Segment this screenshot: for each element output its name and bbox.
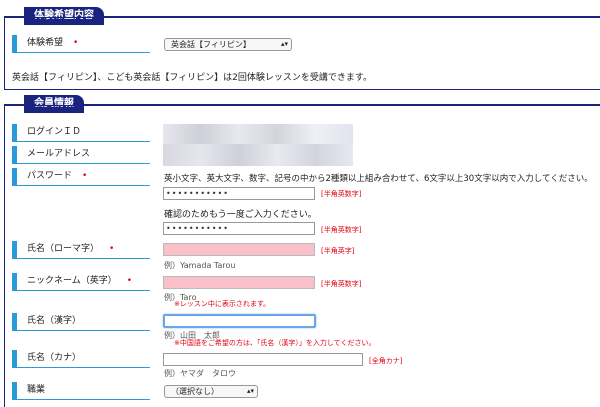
label-name-kana: 氏名（カナ） bbox=[12, 350, 150, 368]
occupation-select-value: （選択なし） bbox=[171, 387, 219, 396]
label-occupation: 職業 bbox=[12, 382, 150, 400]
required-mark: • bbox=[126, 276, 133, 286]
trial-course-select-value: 英会話【フィリピン】 bbox=[171, 40, 251, 49]
nickname-warning: ※レッスン中に表示されます。 bbox=[174, 300, 271, 308]
name-kanji-warning: ※中国語をご希望の方は、「氏名（漢字）」を入力してください。 bbox=[174, 339, 376, 347]
label-nickname: ニックネーム（英字） • bbox=[12, 273, 150, 291]
nickname-note: [半角英数字] bbox=[321, 280, 362, 288]
password-confirm-note: [半角英数字] bbox=[321, 226, 362, 234]
required-mark: • bbox=[82, 171, 88, 181]
label-name-roma-text: 氏名（ローマ字） bbox=[27, 244, 100, 254]
password-note: [半角英数字] bbox=[321, 190, 362, 198]
label-email: メールアドレス bbox=[12, 146, 150, 164]
redacted-login-id bbox=[163, 124, 353, 144]
nickname-input[interactable] bbox=[163, 276, 315, 289]
name-kana-note: [全角カナ] bbox=[369, 357, 403, 365]
label-nickname-text: ニックネーム（英字） bbox=[27, 276, 117, 286]
password-confirm-input[interactable]: ••••••••••• bbox=[163, 222, 315, 235]
name-kana-input[interactable] bbox=[163, 353, 363, 366]
label-name-roma: 氏名（ローマ字） • bbox=[12, 241, 150, 259]
required-mark: • bbox=[109, 244, 115, 254]
trial-info-text: 英会話【フィリピン】、こども英会話【フィリピン】は2回体験レッスンを受講できます… bbox=[12, 73, 372, 83]
password-confirm-text: 確認のためもう一度ご入力ください。 bbox=[164, 210, 317, 220]
label-login-id: ログインＩＤ bbox=[12, 124, 150, 142]
label-password: パスワード • bbox=[12, 168, 150, 186]
name-kana-example: 例）ヤマダ タロウ bbox=[164, 369, 236, 378]
redacted-email bbox=[163, 144, 353, 166]
name-roma-example: 例）Yamada Tarou bbox=[164, 261, 236, 270]
required-mark: • bbox=[73, 38, 79, 48]
password-input[interactable]: ••••••••••• bbox=[163, 187, 315, 200]
password-hint: 英小文字、英大文字、数字、記号の中から2種類以上組み合わせて、6文字以上30文字… bbox=[164, 174, 593, 184]
label-name-kanji: 氏名（漢字） bbox=[12, 313, 150, 331]
label-trial-wish: 体験希望 • bbox=[12, 35, 150, 53]
select-arrows-icon: ▴▾ bbox=[246, 387, 254, 395]
trial-course-select[interactable]: 英会話【フィリピン】 ▴▾ bbox=[164, 38, 292, 51]
name-kanji-input[interactable] bbox=[163, 314, 316, 328]
label-password-text: パスワード bbox=[27, 171, 73, 181]
name-roma-note: [半角英字] bbox=[321, 247, 355, 255]
occupation-select[interactable]: （選択なし） ▴▾ bbox=[164, 385, 258, 398]
label-trial-wish-text: 体験希望 bbox=[27, 38, 64, 48]
name-roma-input[interactable] bbox=[163, 243, 315, 256]
select-arrows-icon: ▴▾ bbox=[280, 40, 288, 48]
